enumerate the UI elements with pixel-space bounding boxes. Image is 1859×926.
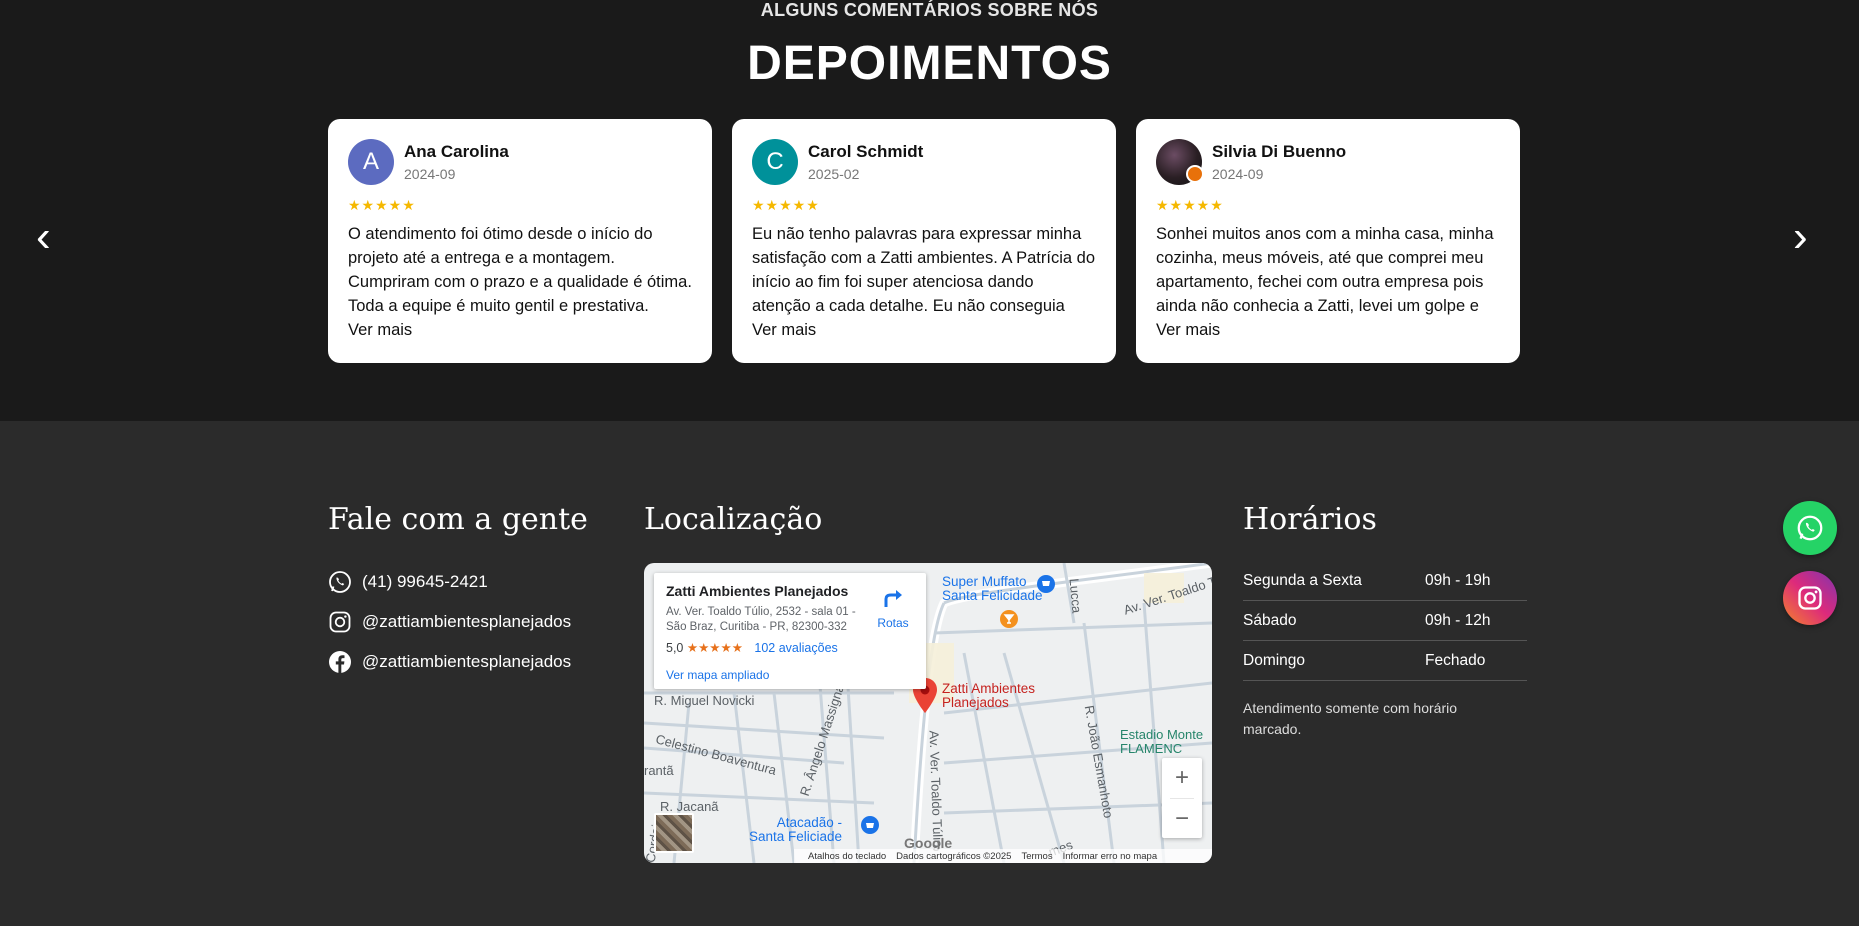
street-label: R. Jacanã	[660, 799, 719, 814]
section-title: DEPOIMENTOS	[747, 37, 1112, 90]
reviewer-name: Carol Schmidt	[808, 142, 924, 161]
instagram-icon	[329, 611, 351, 633]
reviewer-name: Ana Carolina	[404, 142, 509, 161]
street-label: rantã	[644, 763, 674, 778]
instagram-icon	[1798, 586, 1822, 610]
hours-row: Domingo Fechado	[1243, 641, 1527, 681]
place-info-card: Zatti Ambientes Planejados Av. Ver. Toal…	[654, 573, 926, 689]
street-label: Lucca	[1066, 577, 1085, 614]
hours-row: Segunda a Sexta 09h - 19h	[1243, 561, 1527, 601]
reviews-link[interactable]: 102 avaliações	[754, 641, 837, 655]
whatsapp-icon	[1797, 515, 1823, 541]
location-title: Localização	[644, 502, 823, 537]
hours-row: Sábado 09h - 12h	[1243, 601, 1527, 641]
map-footer: Atalhos do teclado Dados cartográficos ©…	[794, 849, 1212, 863]
larger-map-link[interactable]: Ver mapa ampliado	[666, 668, 769, 682]
contact-list: (41) 99645-2421 @zattiambientesplanejado…	[328, 562, 571, 682]
star-rating: ★★★★★	[1156, 197, 1224, 213]
hours-note: Atendimento somente com horário marcado.	[1243, 700, 1457, 737]
whatsapp-float-button[interactable]	[1783, 501, 1837, 555]
carousel-next-button[interactable]: ›	[1793, 215, 1808, 259]
poi-super-muffato[interactable]: Super Muffato Santa Felicidade	[942, 575, 1043, 603]
directions-button[interactable]: Rotas	[876, 587, 910, 630]
hours-day: Sábado	[1243, 611, 1297, 629]
see-more-link[interactable]: Ver mais	[348, 318, 692, 342]
report-error-link[interactable]: Informar erro no mapa	[1063, 851, 1158, 862]
map-data-credit: Dados cartográficos ©2025	[896, 850, 1012, 862]
review-card: C Carol Schmidt 2025-02 ★★★★★ Eu não ten…	[732, 119, 1116, 363]
see-more-link[interactable]: Ver mais	[752, 318, 1096, 342]
poi-atacadao[interactable]: Atacadão - Santa Feliciade	[749, 816, 842, 844]
avatar: A	[348, 139, 394, 185]
avatar-photo	[1156, 139, 1204, 185]
hours-time: Fechado	[1425, 651, 1486, 669]
poi-stadium[interactable]: Estadio Monte FLAMENC	[1120, 728, 1203, 756]
review-text: Eu não tenho palavras para expressar min…	[752, 225, 1096, 315]
testimonials-section: ALGUNS COMENTÁRIOS SOBRE NÓS DEPOIMENTOS…	[0, 0, 1859, 421]
satellite-toggle[interactable]	[654, 813, 694, 853]
keyboard-shortcuts-link[interactable]: Atalhos do teclado	[808, 851, 886, 862]
hours-table: Segunda a Sexta 09h - 19h Sábado 09h - 1…	[1243, 561, 1527, 681]
phone-number: (41) 99645-2421	[362, 572, 488, 591]
directions-icon	[884, 590, 902, 607]
contact-phone[interactable]: (41) 99645-2421	[328, 562, 571, 602]
shopping-icon	[1037, 575, 1055, 593]
review-text: Sonhei muitos anos com a minha casa, min…	[1156, 225, 1494, 315]
review-cards: A Ana Carolina 2024-09 ★★★★★ O atendimen…	[328, 119, 1520, 363]
star-rating: ★★★★★	[348, 197, 416, 213]
review-card: Silvia Di Buenno 2024-09 ★★★★★ Sonhei mu…	[1136, 119, 1520, 363]
zoom-out-button[interactable]: −	[1162, 799, 1202, 839]
see-more-link[interactable]: Ver mais	[1156, 318, 1500, 342]
street-label: R. Miguel Novicki	[654, 693, 755, 708]
directions-label: Rotas	[877, 616, 909, 630]
shopping-icon	[861, 816, 879, 834]
contact-instagram[interactable]: @zattiambientesplanejados	[328, 602, 571, 642]
hours-time: 09h - 19h	[1425, 571, 1491, 589]
instagram-float-button[interactable]	[1783, 571, 1837, 625]
hours-day: Segunda a Sexta	[1243, 571, 1362, 589]
facebook-handle: @zattiambientesplanejados	[362, 652, 572, 671]
zoom-controls: + −	[1162, 758, 1202, 838]
hours-time: 09h - 12h	[1425, 611, 1491, 629]
whatsapp-icon	[329, 571, 351, 593]
review-date: 2024-09	[404, 166, 456, 182]
terms-link[interactable]: Termos	[1021, 851, 1052, 862]
rating-stars: ★★★★★	[686, 641, 743, 655]
carousel-prev-button[interactable]: ‹	[36, 215, 51, 259]
local-guide-badge-icon	[1186, 165, 1204, 183]
review-date: 2024-09	[1212, 166, 1264, 182]
cocktail-icon	[1000, 610, 1018, 628]
contact-title: Fale com a gente	[328, 502, 588, 537]
zoom-in-button[interactable]: +	[1162, 758, 1202, 798]
place-address: Av. Ver. Toaldo Túlio, 2532 - sala 01 - …	[666, 606, 856, 633]
pin-label: Zatti Ambientes Planejados	[942, 681, 1036, 710]
google-map[interactable]: Av. Ver. Toaldo Túlio R. Miguel Novicki …	[644, 563, 1212, 863]
review-text: O atendimento foi ótimo desde o início d…	[348, 225, 692, 315]
reviewer-name: Silvia Di Buenno	[1212, 142, 1347, 161]
place-rating: 5,0 ★★★★★ 102 avaliações	[666, 641, 838, 655]
avatar: C	[752, 139, 798, 185]
review-date: 2025-02	[808, 166, 860, 182]
review-card: A Ana Carolina 2024-09 ★★★★★ O atendimen…	[328, 119, 712, 363]
instagram-handle: @zattiambientesplanejados	[362, 612, 572, 631]
facebook-icon	[329, 651, 351, 673]
section-kicker: ALGUNS COMENTÁRIOS SOBRE NÓS	[760, 0, 1099, 20]
contact-facebook[interactable]: @zattiambientesplanejados	[328, 642, 571, 682]
star-rating: ★★★★★	[752, 197, 820, 213]
hours-title: Horários	[1243, 502, 1377, 537]
hours-day: Domingo	[1243, 651, 1306, 669]
